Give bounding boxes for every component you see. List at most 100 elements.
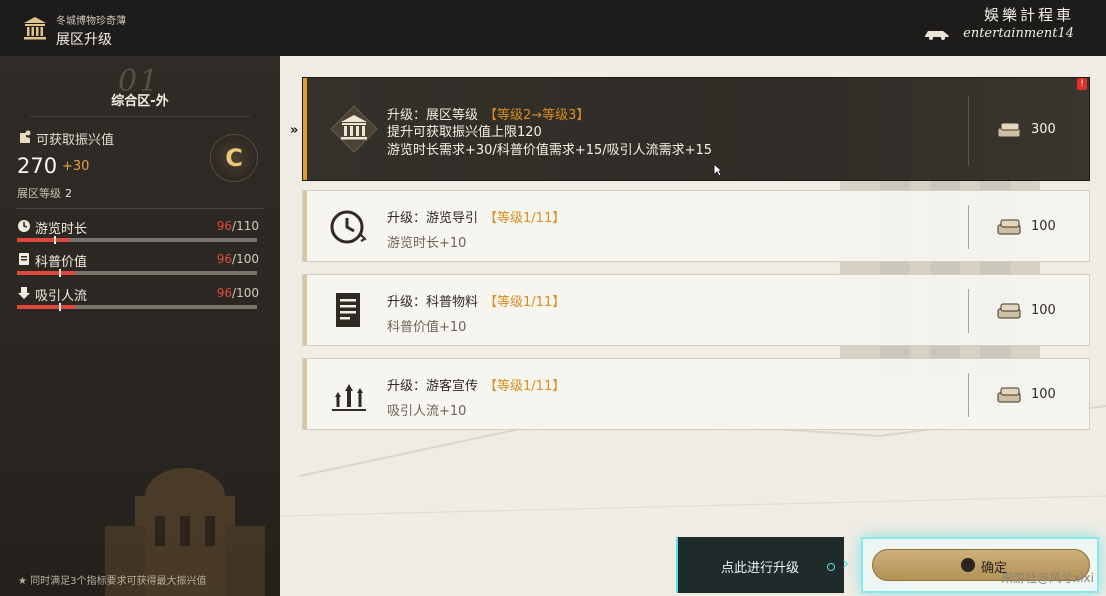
upgrade-description: 提升可获取振兴值上限120 游览时长需求+30/科普价值需求+15/吸引人流需求… — [387, 124, 712, 160]
coin-stack-icon — [997, 303, 1021, 319]
divider — [968, 289, 969, 333]
upgrade-title: 升级：游客宣传 【等级1/11】 — [387, 375, 565, 394]
document-icon — [336, 293, 360, 327]
upgrade-description-line: 游览时长需求+30/科普价值需求+15/吸引人流需求+15 — [387, 143, 713, 158]
metric-current: 96 — [216, 252, 233, 266]
arrow-down-icon — [18, 287, 30, 299]
upgrade-title-text: 升级：科普物料 — [387, 295, 479, 310]
upgrade-card-tour-guide[interactable]: 升级：游览导引 【等级1/11】 游览时长+10 100 — [302, 190, 1090, 262]
upgrade-title-text: 升级：游客宣传 — [387, 379, 479, 394]
top-bar: 冬城博物珍奇薄 展区升级 娛樂計程車 entertainment14 — [0, 0, 1106, 56]
hand-coin-icon — [20, 130, 31, 143]
header-subtitle: 冬城博物珍奇薄 — [56, 16, 126, 27]
metric-current: 96 — [216, 219, 233, 233]
metric-visitor-attraction: 吸引人流 96/100 — [17, 285, 259, 315]
alert-badge: ! — [1077, 78, 1087, 90]
card-edge — [303, 78, 307, 180]
metric-visit-duration: 游览时长 96/110 — [17, 218, 259, 248]
progress-marker — [59, 269, 61, 277]
coin-stack-icon — [997, 122, 1021, 138]
tip-text-label: 同时满足3个指标要求可获得最大振兴值 — [30, 576, 207, 587]
progress-marker — [54, 236, 56, 244]
revenue-label: 可获取振兴值 — [36, 133, 115, 148]
upgrade-level: 【等级2→等级3】 — [484, 108, 590, 123]
divider — [968, 205, 969, 249]
divider — [968, 373, 969, 417]
metric-max: /100 — [232, 286, 259, 300]
metric-label: 游览时长 — [35, 222, 88, 237]
zone-level-label: 展区等级 — [17, 187, 61, 200]
page-title: 展区升级 — [56, 32, 112, 48]
upgrade-title-text: 升级：游览导引 — [387, 211, 479, 226]
progress-bar — [17, 269, 257, 277]
upgrade-hint-box[interactable]: 点此进行升级 — [676, 537, 844, 593]
metric-current: 96 — [216, 286, 233, 300]
upgrade-description: 游览时长+10 — [387, 236, 467, 251]
coin-stack-icon — [997, 387, 1021, 403]
upgrade-cost: 100 — [1031, 219, 1056, 234]
museum-icon[interactable] — [22, 15, 48, 41]
revenue-increase: +30 — [62, 159, 90, 174]
upgrade-cost: 100 — [1031, 387, 1056, 402]
zone-level-value: 2 — [65, 187, 72, 200]
coin-stack-icon — [997, 219, 1021, 235]
museum-icon — [330, 105, 378, 153]
progress-bar — [17, 303, 257, 311]
revenue-value: 270 — [17, 154, 58, 178]
metric-value: 96/110 — [217, 219, 259, 233]
upgrade-arrow-icon — [961, 558, 975, 572]
upgrade-card-science-material[interactable]: 升级：科普物料 【等级1/11】 科普价值+10 100 — [302, 274, 1090, 346]
metric-value: 96/100 — [217, 286, 259, 300]
watermark-english: entertainment14 — [963, 26, 1074, 41]
upgrade-cost: 300 — [1031, 122, 1056, 137]
upgrade-level: 【等级1/11】 — [484, 379, 566, 394]
zone-name: 综合区-外 — [111, 94, 169, 109]
card-edge — [303, 275, 307, 345]
divider — [968, 96, 969, 166]
crowd-icon — [332, 384, 366, 411]
progress-marker — [59, 303, 61, 311]
watermark-chinese: 娛樂計程車 — [983, 6, 1074, 24]
watermark: 娛樂計程車 entertainment14 — [925, 4, 1074, 41]
upgrade-card-visitor-promotion[interactable]: 升级：游客宣传 【等级1/11】 吸引人流+10 100 — [302, 358, 1090, 430]
card-edge — [303, 191, 307, 261]
progress-bar — [17, 236, 257, 244]
upgrade-list-area: » 升级：展区等级 【等级2→等级3】 提升可获取振兴值上限120 游览时长需求+… — [280, 56, 1106, 596]
upgrade-level: 【等级1/11】 — [484, 295, 566, 310]
zone-level: 展区等级 2 — [17, 185, 72, 201]
clock-icon — [18, 220, 30, 232]
upgrade-description: 科普价值+10 — [387, 320, 467, 335]
metric-max: /100 — [232, 252, 259, 266]
metric-science-value: 科普价值 96/100 — [17, 251, 259, 281]
progress-fill — [17, 238, 70, 242]
upgrade-title-text: 升级：展区等级 — [387, 108, 479, 123]
upgrade-title: 升级：科普物料 【等级1/11】 — [387, 291, 565, 310]
clock-icon — [330, 210, 367, 244]
upgrade-description: 吸引人流+10 — [387, 404, 467, 419]
metric-label: 科普价值 — [35, 255, 88, 270]
upgrade-description-line: 提升可获取振兴值上限120 — [387, 125, 542, 140]
zone-grade-badge: C — [210, 134, 258, 182]
credit-watermark: 来游社@风兮xixi — [1001, 571, 1094, 585]
metric-value: 96/100 — [217, 252, 259, 266]
upgrade-level: 【等级1/11】 — [484, 211, 566, 226]
card-edge — [303, 359, 307, 429]
upgrade-card-zone-level[interactable]: 升级：展区等级 【等级2→等级3】 提升可获取振兴值上限120 游览时长需求+30… — [302, 77, 1090, 181]
car-icon — [925, 31, 950, 40]
upgrade-cost: 100 — [1031, 303, 1056, 318]
progress-fill — [17, 305, 75, 309]
mouse-cursor-icon — [713, 163, 723, 177]
metric-label: 吸引人流 — [35, 289, 88, 304]
selected-indicator-icon: » — [290, 123, 299, 138]
zone-info-panel: 01 综合区-外 可获取振兴值 270 +30 C 展区等级 2 游览时长 96/… — [0, 56, 280, 596]
chevron-right-icon: › — [842, 553, 850, 574]
tip-text: ★ 同时满足3个指标要求可获得最大振兴值 — [18, 576, 207, 587]
connector-dot — [827, 563, 835, 571]
upgrade-hint-label: 点此进行升级 — [720, 561, 799, 576]
book-icon — [19, 253, 29, 265]
upgrade-title: 升级：展区等级 【等级2→等级3】 — [387, 104, 589, 123]
divider — [30, 116, 250, 117]
metric-max: /110 — [232, 219, 259, 233]
divider — [17, 208, 263, 209]
progress-fill — [17, 271, 75, 275]
